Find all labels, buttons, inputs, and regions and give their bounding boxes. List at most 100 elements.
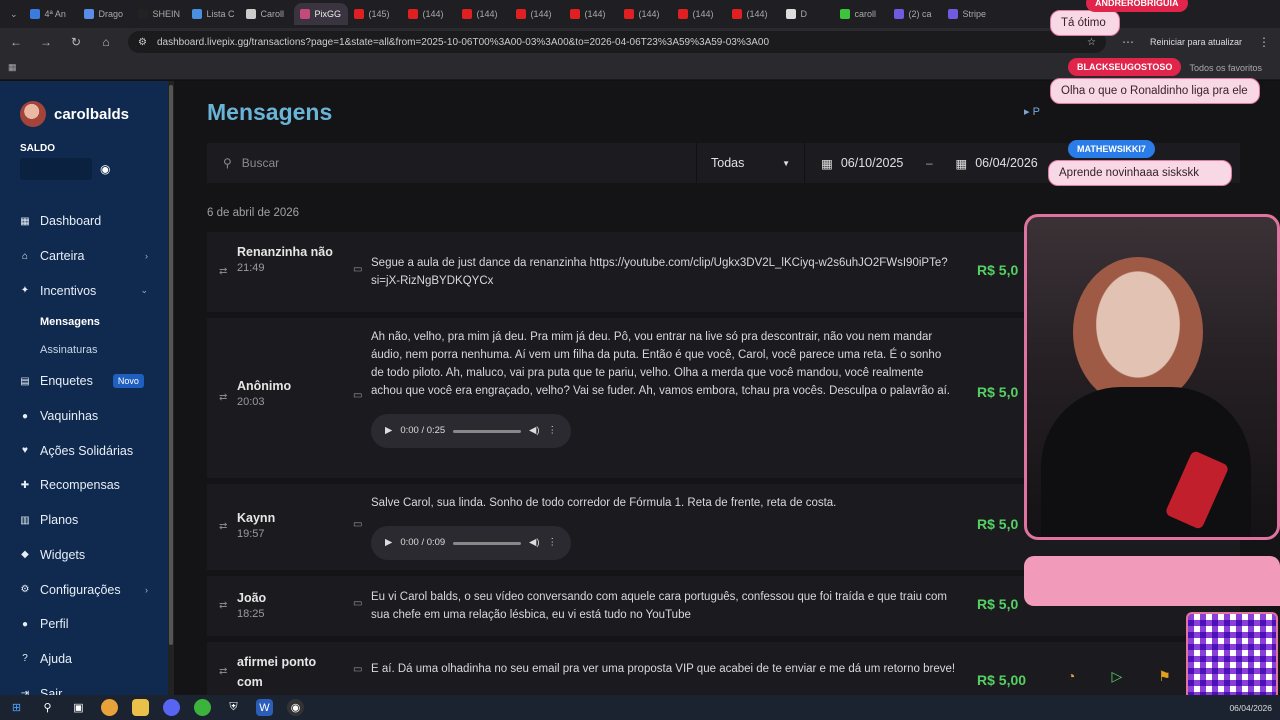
avatar-icon[interactable]: ◔ — [1067, 668, 1075, 685]
browser-tab[interactable]: Stripe — [942, 3, 996, 25]
browser-tab[interactable]: PixGG — [293, 3, 348, 25]
sidebar-item-a-es-solid-rias[interactable]: ♥ Ações Solidárias — [0, 433, 168, 468]
search-icon[interactable]: ⚲ — [39, 699, 56, 716]
volume-icon[interactable]: ◀) — [529, 534, 539, 552]
browser-tab[interactable]: 4ª An — [24, 3, 78, 25]
discord-icon[interactable] — [163, 699, 180, 716]
profile[interactable]: carolbalds — [0, 101, 168, 127]
browser-tab[interactable]: (144) — [510, 3, 564, 25]
browser-tab[interactable]: Drago — [78, 3, 132, 25]
browser-tab[interactable]: (144) — [726, 3, 780, 25]
browser-tab[interactable]: Caroll — [240, 3, 294, 25]
home-icon[interactable]: ⌂ — [98, 35, 114, 49]
sidebar-item-sair[interactable]: ⇥ Sair — [0, 676, 168, 695]
apps-grid-icon[interactable]: ▦ — [8, 62, 17, 73]
tab-favicon-icon — [569, 9, 580, 19]
date-to-input[interactable]: ▦ 06/04/2026 — [939, 143, 1053, 183]
windows-start-icon[interactable]: ⊞ — [8, 699, 25, 716]
sidebar-item-ajuda[interactable]: ? Ajuda — [0, 642, 168, 677]
eye-icon[interactable]: ◉ — [100, 162, 110, 176]
browser-tab[interactable]: (144) — [564, 3, 618, 25]
scrollbar-thumb[interactable] — [169, 85, 173, 645]
sidebar-item-dashboard[interactable]: ▦ Dashboard — [0, 204, 168, 239]
tab-label: (144) — [476, 9, 498, 19]
bookmark-star-icon[interactable]: ☆ — [1087, 37, 1096, 48]
sidebar-item-label: Ajuda — [40, 651, 72, 666]
message-text: Eu vi Carol balds, o seu vídeo conversan… — [371, 591, 947, 621]
sidebar-subitem-assinaturas[interactable]: Assinaturas — [0, 336, 168, 364]
date-from-input[interactable]: ▦ 06/10/2025 — [805, 143, 919, 183]
word-icon[interactable]: W — [256, 699, 273, 716]
sidebar-item-perfil[interactable]: ● Perfil — [0, 607, 168, 642]
site-info-icon[interactable]: ⚙ — [138, 37, 147, 48]
play-icon[interactable]: ▶ — [385, 422, 392, 440]
tab-label: (144) — [584, 9, 606, 19]
message-row[interactable]: ⇄ afirmei ponto com ▭ E aí. Dá uma olhadinh… — [207, 642, 1240, 695]
task-view-icon[interactable]: ▣ — [70, 699, 87, 716]
overlay-panel — [1024, 556, 1280, 606]
obs-icon[interactable]: ◉ — [287, 699, 304, 716]
sidebar-item-planos[interactable]: ▥ Planos — [0, 503, 168, 538]
back-icon[interactable]: ← — [8, 35, 24, 49]
audio-player[interactable]: ▶ 0:00 / 0:25 ◀) ⋮ — [371, 414, 571, 448]
flag-icon[interactable]: ⚑ — [1158, 668, 1171, 685]
tab-list-button[interactable]: ⌄ — [4, 3, 24, 25]
audio-progress[interactable] — [453, 541, 522, 545]
widget-icon: ◆ — [21, 549, 29, 561]
more-options-icon[interactable]: ⋮ — [548, 534, 558, 552]
browser-tab[interactable]: (144) — [402, 3, 456, 25]
file-explorer-icon[interactable] — [132, 699, 149, 716]
sidebar-subitem-mensagens[interactable]: Mensagens — [0, 308, 168, 336]
security-icon[interactable]: ⛨ — [225, 699, 242, 716]
tab-label: Stripe — [962, 9, 987, 19]
browser-tab[interactable]: (144) — [456, 3, 510, 25]
volume-icon[interactable]: ◀) — [529, 422, 539, 440]
sidebar-item-enquetes[interactable]: ▤ Enquetes Novo — [0, 364, 168, 399]
forward-icon[interactable]: → — [38, 35, 54, 49]
message-text: Ah não, velho, pra mim já deu. Pra mim j… — [371, 331, 950, 397]
browser-tab[interactable]: (2) ca — [888, 3, 942, 25]
bookmarks-bar: ▦ Todos os favoritos — [0, 56, 1280, 80]
browser-tab[interactable]: caroll — [834, 3, 888, 25]
browser-toolbar: ← → ↻ ⌂ ⚙ dashboard.livepix.gg/transacti… — [0, 28, 1280, 56]
restart-button[interactable]: Reiniciar para atualizar — [1150, 37, 1242, 47]
more-options-icon[interactable]: ⋮ — [548, 422, 558, 440]
export-button[interactable]: ▸ P — [1024, 105, 1040, 118]
message-amount: R$ 5,00 — [977, 672, 1027, 688]
all-bookmarks-link[interactable]: Todos os favoritos — [1189, 63, 1262, 73]
play-icon[interactable]: ▶ — [385, 534, 392, 552]
audio-player[interactable]: ▶ 0:00 / 0:09 ◀) ⋮ — [371, 526, 571, 560]
browser-tab[interactable]: SHEIN — [132, 3, 186, 25]
search-input[interactable]: ⚲ Buscar — [207, 143, 697, 183]
address-bar[interactable]: ⚙ dashboard.livepix.gg/transactions?page… — [128, 31, 1106, 53]
tab-label: (144) — [422, 9, 444, 19]
sidebar-item-recompensas[interactable]: ✚ Recompensas — [0, 468, 168, 503]
browser-tab[interactable]: (144) — [672, 3, 726, 25]
extensions-icon[interactable]: ⋯ — [1120, 35, 1136, 49]
transfer-icon: ⇄ — [219, 666, 228, 677]
browser-tab[interactable]: (144) — [618, 3, 672, 25]
reload-icon[interactable]: ↻ — [68, 35, 84, 49]
sidebar-item-label: Enquetes — [40, 374, 93, 389]
browser-tab[interactable]: D — [780, 3, 834, 25]
sidebar-item-vaquinhas[interactable]: ● Vaquinhas — [0, 399, 168, 434]
sidebar-item-widgets[interactable]: ◆ Widgets — [0, 538, 168, 573]
star-icon: ✦ — [20, 285, 30, 297]
chrome-icon[interactable] — [101, 699, 118, 716]
browser-tab[interactable]: (145) — [348, 3, 402, 25]
calendar-icon: ▦ — [821, 156, 833, 171]
audio-progress[interactable] — [453, 429, 522, 433]
replay-icon[interactable]: ▷ — [1111, 668, 1122, 685]
xbox-icon[interactable] — [194, 699, 211, 716]
filters-bar: ⚲ Buscar Todas ▼ ▦ 06/10/2025 – ▦ 06/04/… — [207, 143, 1240, 183]
tab-label: (2) ca — [908, 9, 932, 19]
tab-favicon-icon — [839, 9, 850, 19]
menu-icon[interactable]: ⋮ — [1256, 35, 1272, 49]
sidebar-item-configura-es[interactable]: ⚙ Configurações › — [0, 572, 168, 607]
sidebar-nav: ▦ Dashboard ⌂ Carteira › ✦ Incentivos ⌄ Mensagen… — [0, 204, 168, 695]
browser-tab[interactable]: Lista C — [186, 3, 240, 25]
state-select[interactable]: Todas ▼ — [697, 143, 805, 183]
sidebar-item-incentivos[interactable]: ✦ Incentivos ⌄ — [0, 273, 168, 308]
poll-icon: ▤ — [20, 375, 30, 387]
sidebar-item-carteira[interactable]: ⌂ Carteira › — [0, 239, 168, 274]
